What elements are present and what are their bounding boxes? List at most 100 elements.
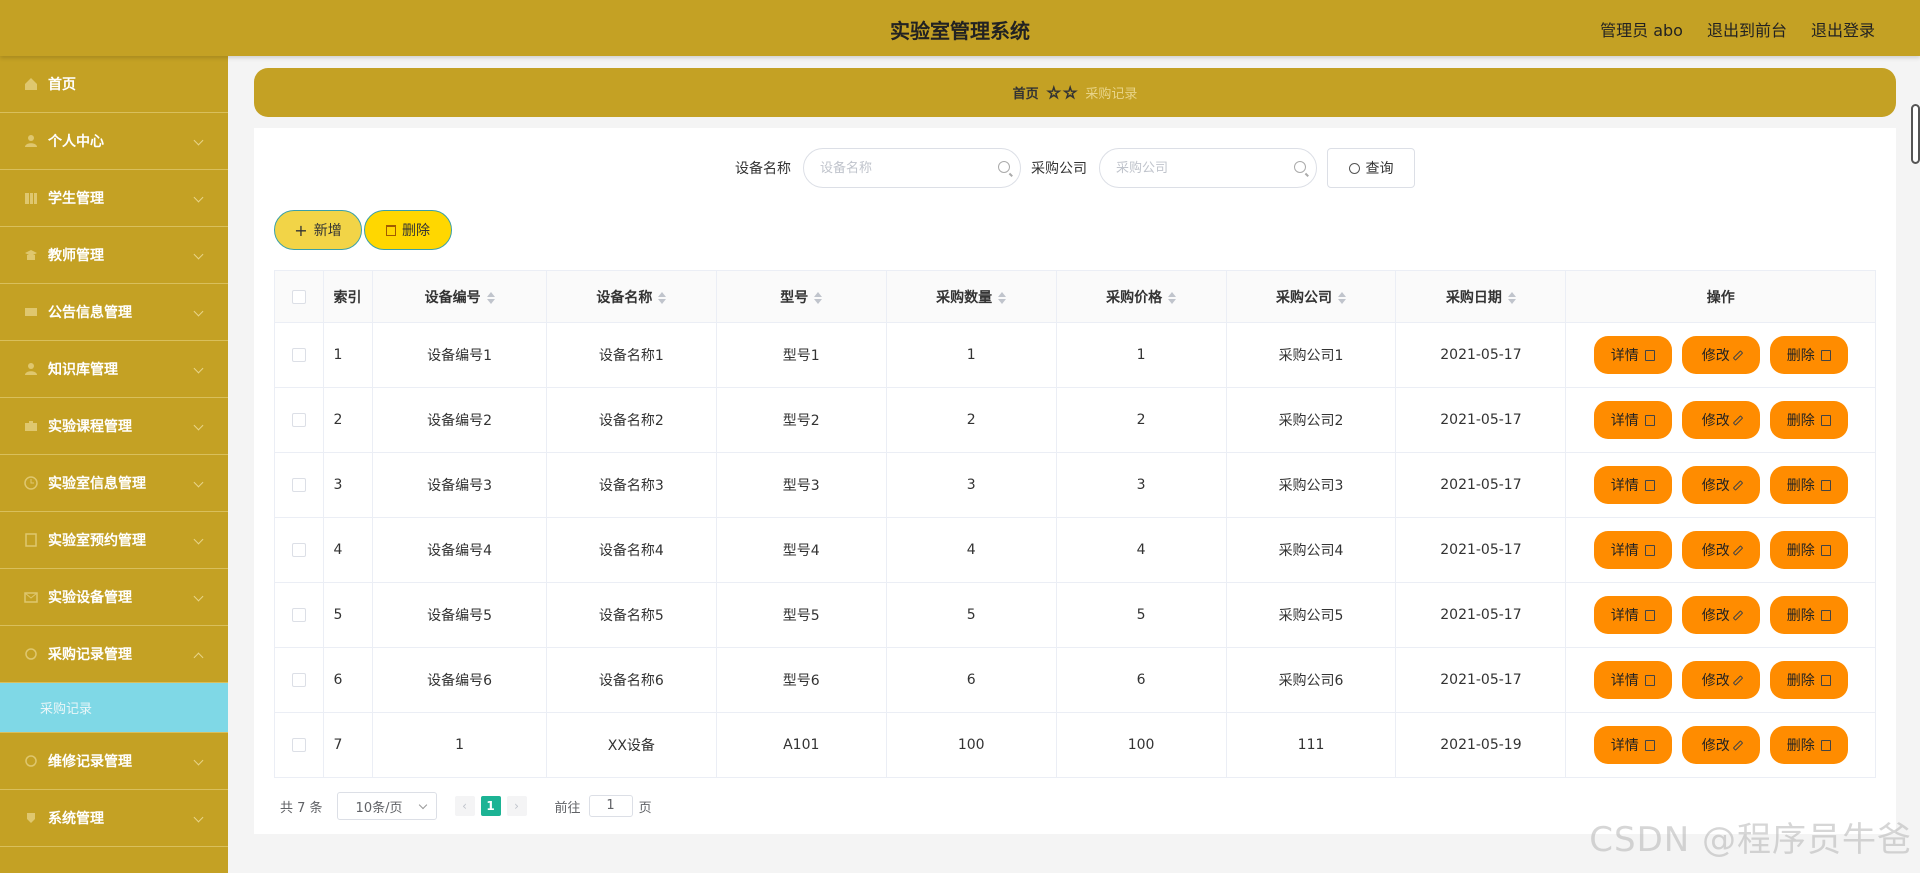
next-page-button[interactable]: ›	[506, 796, 527, 816]
row-checkbox[interactable]	[291, 348, 306, 362]
delete-button[interactable]: 删除	[1769, 466, 1848, 504]
delete-button[interactable]: 删除	[1769, 401, 1848, 439]
batch-delete-button[interactable]: 删除	[364, 210, 452, 250]
cell-actions: 详情 修改 删除	[1565, 582, 1876, 648]
cell-model: 型号3	[716, 452, 887, 518]
sort-icon[interactable]	[486, 291, 495, 304]
sidebar-item-knowledge[interactable]: 知识库管理	[0, 341, 228, 398]
cell-company: 111	[1226, 712, 1397, 778]
column-header-quantity[interactable]: 采购数量	[886, 270, 1057, 323]
row-select-cell[interactable]	[274, 517, 324, 583]
row-checkbox[interactable]	[291, 478, 306, 492]
sort-icon[interactable]	[1338, 291, 1347, 304]
detail-button[interactable]: 详情	[1593, 596, 1672, 634]
sort-icon[interactable]	[1507, 291, 1516, 304]
row-checkbox[interactable]	[291, 673, 306, 687]
row-actions: 详情 修改 删除	[1566, 336, 1875, 374]
row-checkbox[interactable]	[291, 543, 306, 557]
cell-price: 4	[1056, 517, 1227, 583]
sidebar-item-students[interactable]: 学生管理	[0, 170, 228, 227]
scrollbar-thumb[interactable]	[1911, 104, 1920, 164]
select-all-checkbox[interactable]	[291, 289, 306, 304]
trash-icon	[1820, 414, 1831, 426]
query-button[interactable]: 查询	[1327, 148, 1415, 188]
edit-button[interactable]: 修改	[1681, 726, 1760, 764]
page-size-select[interactable]: 10条/页	[336, 792, 437, 820]
sidebar-subitem-purchase-records[interactable]: 采购记录	[0, 683, 228, 733]
admin-user-label[interactable]: 管理员 abo	[1600, 17, 1683, 41]
breadcrumb-home[interactable]: 首页	[1013, 83, 1039, 102]
sidebar-item-equipment[interactable]: 实验设备管理	[0, 569, 228, 626]
column-header-device-code[interactable]: 设备编号	[372, 270, 547, 323]
sidebar-item-purchase[interactable]: 采购记录管理	[0, 626, 228, 683]
sort-icon[interactable]	[998, 291, 1007, 304]
delete-label: 删除	[1786, 348, 1815, 364]
column-label: 设备名称	[596, 289, 653, 306]
detail-button[interactable]: 详情	[1593, 466, 1672, 504]
company-field[interactable]	[1099, 148, 1317, 188]
sidebar-item-repair[interactable]: 维修记录管理	[0, 733, 228, 790]
sort-icon[interactable]	[1168, 291, 1177, 304]
sidebar-item-lab-booking[interactable]: 实验室预约管理	[0, 512, 228, 569]
column-header-date[interactable]: 采购日期	[1395, 270, 1567, 323]
sidebar-item-teachers[interactable]: 教师管理	[0, 227, 228, 284]
detail-button[interactable]: 详情	[1593, 531, 1672, 569]
sidebar-item-profile[interactable]: 个人中心	[0, 113, 228, 170]
detail-button[interactable]: 详情	[1593, 661, 1672, 699]
chevron-down-icon	[193, 591, 204, 602]
row-select-cell[interactable]	[274, 712, 324, 778]
device-name-input[interactable]	[820, 149, 990, 187]
sidebar-item-courses[interactable]: 实验课程管理	[0, 398, 228, 455]
add-button[interactable]: + 新增	[274, 210, 362, 250]
logout-link[interactable]: 退出登录	[1811, 17, 1875, 41]
device-name-field[interactable]	[803, 148, 1021, 188]
edit-icon	[1732, 739, 1744, 751]
sidebar-item-announcements[interactable]: 公告信息管理	[0, 284, 228, 341]
edit-button[interactable]: 修改	[1681, 336, 1760, 374]
detail-button[interactable]: 详情	[1593, 726, 1672, 764]
sidebar-item-label: 实验室预约管理	[48, 533, 146, 549]
page-number-current[interactable]: 1	[480, 796, 501, 816]
total-count: 共 7 条	[280, 800, 323, 816]
delete-button[interactable]: 删除	[1769, 596, 1848, 634]
row-select-cell[interactable]	[274, 452, 324, 518]
goto-page-input[interactable]: 1	[588, 795, 633, 817]
row-checkbox[interactable]	[291, 608, 306, 622]
edit-button[interactable]: 修改	[1681, 466, 1760, 504]
delete-button[interactable]: 删除	[1769, 726, 1848, 764]
column-header-model[interactable]: 型号	[716, 270, 887, 323]
detail-button[interactable]: 详情	[1593, 401, 1672, 439]
delete-button[interactable]: 删除	[1769, 336, 1848, 374]
edit-button[interactable]: 修改	[1681, 401, 1760, 439]
sort-icon[interactable]	[814, 291, 823, 304]
select-all-cell[interactable]	[274, 270, 324, 323]
row-select-cell[interactable]	[274, 647, 324, 713]
edit-button[interactable]: 修改	[1681, 596, 1760, 634]
row-select-cell[interactable]	[274, 387, 324, 453]
sort-icon[interactable]	[658, 291, 667, 304]
cell-actions: 详情 修改 删除	[1565, 452, 1876, 518]
edit-button[interactable]: 修改	[1681, 531, 1760, 569]
delete-button[interactable]: 删除	[1769, 531, 1848, 569]
sidebar-item-system[interactable]: 系统管理	[0, 790, 228, 847]
teacher-icon	[24, 248, 40, 262]
column-header-price[interactable]: 采购价格	[1056, 270, 1227, 323]
sidebar-item-home[interactable]: 首页	[0, 56, 228, 113]
edit-button[interactable]: 修改	[1681, 661, 1760, 699]
row-select-cell[interactable]	[274, 322, 324, 388]
table-row: 6 设备编号6 设备名称6 型号6 6 6 采购公司6 2021-05-17 详情 修改 删除	[274, 647, 1876, 713]
prev-page-button[interactable]: ‹	[454, 796, 475, 816]
company-input[interactable]	[1116, 149, 1286, 187]
back-to-front-link[interactable]: 退出到前台	[1707, 17, 1787, 41]
row-select-cell[interactable]	[274, 582, 324, 648]
row-checkbox[interactable]	[291, 413, 306, 427]
briefcase-icon	[24, 419, 40, 433]
column-header-device-name[interactable]: 设备名称	[546, 270, 717, 323]
detail-button[interactable]: 详情	[1593, 336, 1672, 374]
delete-button[interactable]: 删除	[1769, 661, 1848, 699]
chevron-down-icon	[193, 363, 204, 374]
row-checkbox[interactable]	[291, 738, 306, 752]
column-header-company[interactable]: 采购公司	[1226, 270, 1397, 323]
chevron-down-icon	[193, 249, 204, 260]
sidebar-item-lab-info[interactable]: 实验室信息管理	[0, 455, 228, 512]
